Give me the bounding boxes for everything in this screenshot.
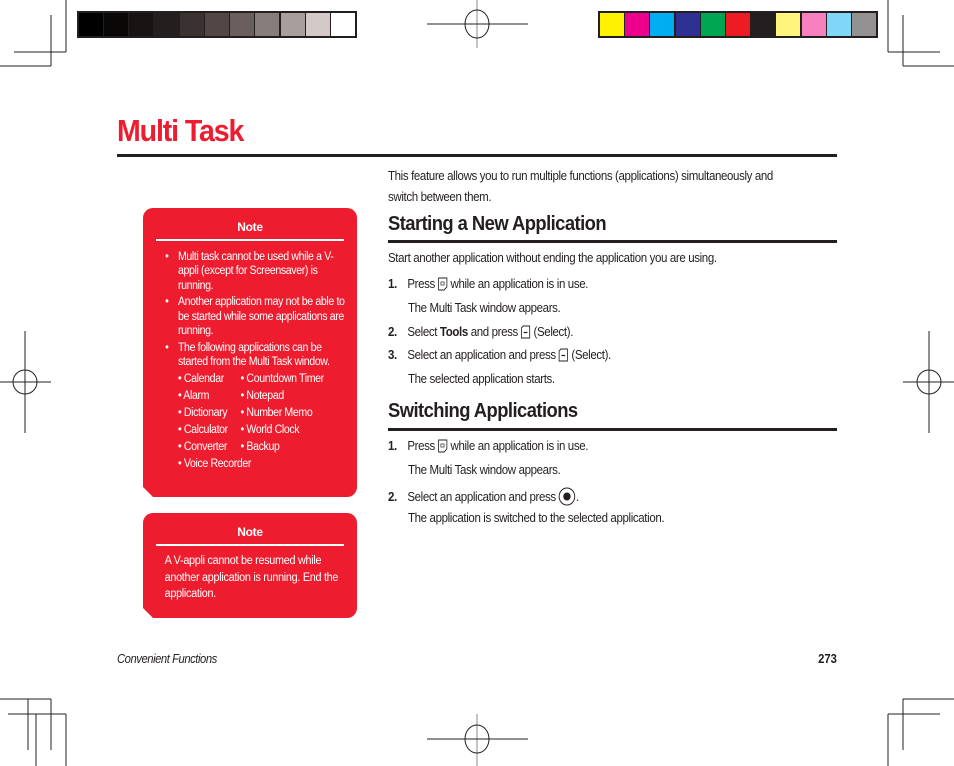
color-swatch xyxy=(801,13,826,36)
section-rule xyxy=(388,240,837,243)
application-list: • Calendar • Countdown Timer • Alarm • N… xyxy=(178,372,349,471)
app-item: • Countdown Timer xyxy=(240,373,324,386)
step-2: 2. Select an application and press. xyxy=(388,487,579,509)
color-swatch xyxy=(79,13,103,36)
section-heading-starting: Starting a New Application xyxy=(388,213,607,235)
color-swatch xyxy=(330,13,355,36)
app-item: • Calendar xyxy=(177,373,224,386)
color-swatch xyxy=(700,13,725,36)
note-box: Note A V-appli cannot be resumed while a… xyxy=(143,513,357,618)
color-swatch xyxy=(675,13,700,36)
section-heading-switching: Switching Applications xyxy=(388,400,578,422)
bullet-icon: • xyxy=(165,251,169,263)
note-bullet: • Another application may not be able to … xyxy=(165,296,345,337)
note-bullet: • Multi task cannot be used while a V-app… xyxy=(165,251,334,292)
app-item: • Calculator xyxy=(177,424,228,437)
color-swatch xyxy=(650,13,675,36)
app-item: • Dictionary xyxy=(177,407,228,420)
color-swatch xyxy=(129,13,154,36)
step-1: 1. Press while an application is in use. xyxy=(388,277,588,294)
page-title: Multi Task xyxy=(117,113,244,148)
center-key-icon xyxy=(558,487,576,509)
section-lead: Start another application without ending… xyxy=(388,251,717,265)
title-rule xyxy=(117,154,837,157)
intro-paragraph: This feature allows you to run multiple … xyxy=(388,169,773,204)
page-number: 273 xyxy=(818,652,837,666)
color-swatch xyxy=(154,13,179,36)
process-color-bar xyxy=(598,11,878,38)
step-1: 1. Press while an application is in use. xyxy=(388,439,588,456)
step-result: The selected application starts. xyxy=(408,372,555,386)
bullet-icon: • xyxy=(165,341,169,354)
note-bullet: • The following applications can be start… xyxy=(165,341,349,472)
app-item: • Converter xyxy=(177,441,228,454)
color-swatch xyxy=(230,13,255,36)
app-item: • Notepad xyxy=(240,390,284,403)
bullet-icon: • xyxy=(165,296,169,309)
color-swatch xyxy=(204,13,229,36)
step-result: The Multi Task window appears. xyxy=(408,463,561,477)
color-swatch xyxy=(104,13,129,36)
app-item: • World Clock xyxy=(240,424,300,437)
note-body: A V-appli cannot be resumed while anothe… xyxy=(164,555,339,600)
app-item: • Number Memo xyxy=(240,407,313,420)
softkey-icon xyxy=(559,348,569,365)
color-swatch xyxy=(625,13,650,36)
color-swatch xyxy=(776,13,801,36)
step-2: 2. Select Tools and press (Select). xyxy=(388,325,573,342)
note-bullet-list: • Multi task cannot be used while a V-app… xyxy=(143,250,349,472)
note-box: Note • Multi task cannot be used while a … xyxy=(143,208,357,497)
step-result: The application is switched to the selec… xyxy=(408,511,665,525)
color-swatch xyxy=(751,13,776,36)
grayscale-color-bar xyxy=(77,11,357,38)
color-swatch xyxy=(179,13,204,36)
note-title: Note xyxy=(237,525,263,539)
multitask-key-icon xyxy=(438,439,448,456)
step-3: 3. Select an application and press (Select… xyxy=(388,348,611,365)
softkey-icon xyxy=(521,325,531,342)
color-swatch xyxy=(305,13,330,36)
color-swatch xyxy=(851,13,876,36)
color-swatch xyxy=(725,13,750,36)
multitask-key-icon xyxy=(438,277,448,294)
app-item: • Alarm xyxy=(177,390,210,403)
note-title: Note xyxy=(237,220,263,234)
footer-section-name: Convenient Functions xyxy=(117,652,217,666)
note-rule xyxy=(156,239,344,241)
menu-item-tools: Tools xyxy=(439,325,468,339)
color-swatch xyxy=(255,13,280,36)
app-item: • Voice Recorder xyxy=(177,458,252,471)
step-result: The Multi Task window appears. xyxy=(408,301,561,315)
color-swatch xyxy=(600,13,624,36)
color-swatch xyxy=(280,13,305,36)
app-item: • Backup xyxy=(240,441,280,454)
section-rule xyxy=(388,428,837,431)
color-swatch xyxy=(826,13,851,36)
